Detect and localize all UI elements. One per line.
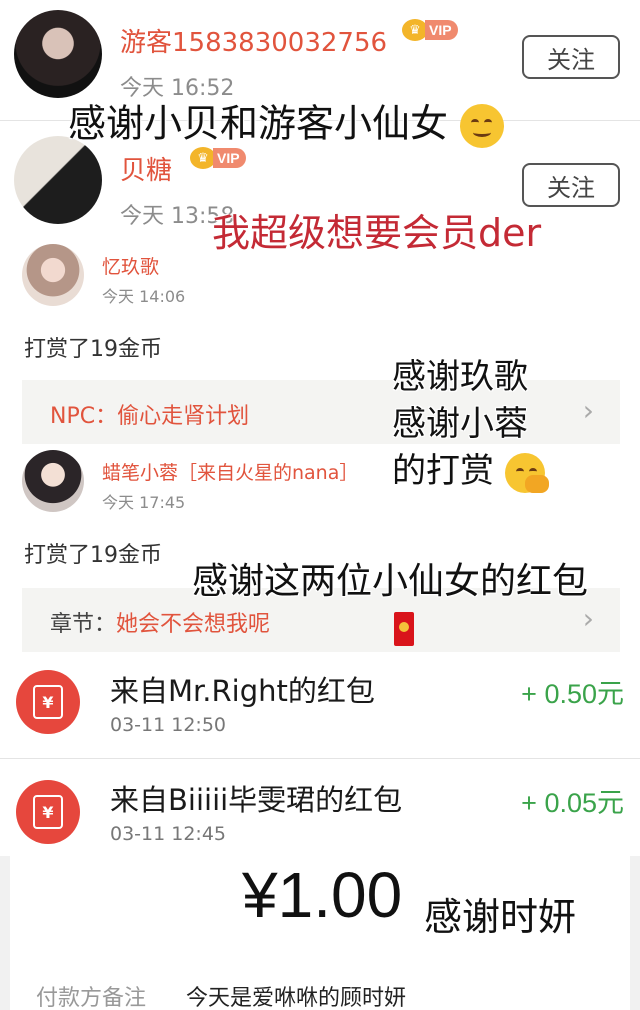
payment-remark-label: 付款方备注 — [36, 986, 147, 1010]
payment-remark: 今天是爱咻咻的顾时妍 — [186, 986, 407, 1010]
username[interactable]: 蜡笔小蓉［来自火星的nana］ — [102, 458, 358, 485]
avatar[interactable] — [22, 450, 84, 512]
avatar[interactable] — [14, 136, 102, 224]
red-packet-date: 03-11 12:45 — [110, 823, 227, 845]
smiling-face-icon — [460, 104, 505, 148]
timestamp: 今天 16:52 — [120, 76, 235, 101]
caption-thanks-packets: 感谢这两位小仙女的红包 — [192, 561, 589, 602]
red-packet-amount: + 0.05元 — [521, 788, 624, 818]
avatar[interactable] — [22, 244, 84, 306]
book-label: NPC：偷心走肾计划 — [50, 404, 250, 429]
vip-badge: ♛ VIP — [190, 146, 246, 170]
timestamp: 今天 14:06 — [102, 287, 186, 306]
hand-over-mouth-icon — [504, 452, 549, 493]
caption-thanks-1: 感谢小贝和游客小仙女 — [68, 104, 505, 148]
avatar[interactable] — [14, 10, 102, 98]
follow-button[interactable]: 关注 — [522, 163, 620, 207]
follow-button[interactable]: 关注 — [522, 35, 620, 79]
caption-thanks-shiyan: 感谢时妍 — [424, 895, 577, 939]
chapter-label: 章节：她会不会想我呢 — [50, 612, 271, 637]
red-packet-icon: ¥ — [16, 780, 80, 844]
username[interactable]: 忆玖歌 — [102, 252, 159, 279]
tip-action: 打赏了19金币 — [24, 543, 162, 568]
divider — [0, 758, 640, 759]
red-packet-amount: + 0.50元 — [521, 679, 624, 709]
tip-action: 打赏了19金币 — [24, 337, 162, 362]
red-packet-title[interactable]: 来自Mr.Right的红包 — [110, 668, 375, 710]
caption-thanks-tips: 感谢玖歌 感谢小蓉 的打赏 — [392, 354, 549, 495]
username[interactable]: 游客1583830032756 — [120, 22, 387, 59]
username[interactable]: 贝糖 — [120, 150, 172, 187]
chevron-right-icon: › — [582, 394, 594, 427]
red-packet-icon: ¥ — [16, 670, 80, 734]
chevron-right-icon: › — [582, 602, 594, 635]
red-envelope-icon — [394, 612, 414, 646]
caption-want-vip: 我超级想要会员der — [212, 211, 542, 255]
timestamp: 今天 17:45 — [102, 493, 186, 512]
vip-badge: ♛ VIP — [402, 18, 458, 42]
red-packet-title[interactable]: 来自Biiiii毕雯珺的红包 — [110, 777, 402, 819]
red-packet-date: 03-11 12:50 — [110, 714, 227, 736]
payment-amount: ¥1.00 — [242, 859, 403, 931]
